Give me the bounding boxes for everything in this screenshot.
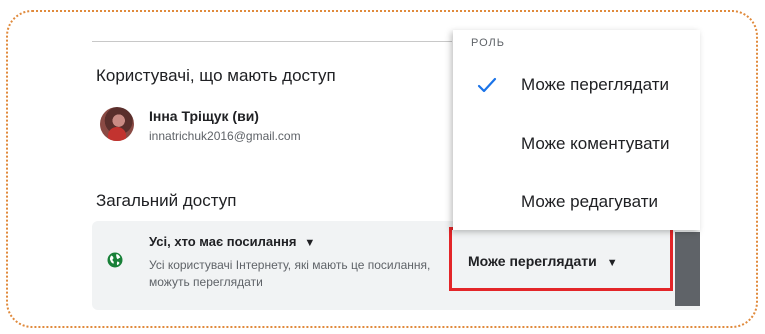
people-section-title: Користувачі, що мають доступ bbox=[96, 66, 336, 85]
menu-item-can-view[interactable]: Може переглядати bbox=[453, 63, 700, 111]
check-icon bbox=[477, 77, 497, 93]
menu-item-can-comment[interactable]: Може коментувати bbox=[453, 122, 700, 170]
general-access-title: Загальний доступ bbox=[96, 191, 237, 210]
menu-item-label: Може переглядати bbox=[521, 75, 669, 94]
role-button-label: Може переглядати bbox=[468, 253, 597, 269]
menu-item-label: Може коментувати bbox=[521, 134, 670, 153]
divider bbox=[92, 41, 452, 42]
menu-item-label: Може редагувати bbox=[521, 192, 658, 211]
user-name: Інна Тріщук (ви) bbox=[149, 108, 259, 124]
chevron-down-icon: ▼ bbox=[606, 257, 618, 269]
globe-icon bbox=[107, 252, 123, 268]
access-description: Усі користувачі Інтернету, які мають це … bbox=[149, 258, 431, 289]
avatar bbox=[100, 107, 134, 141]
access-type-dropdown[interactable]: Усі, хто має посилання ▼ bbox=[149, 234, 315, 249]
role-menu-header: РОЛЬ bbox=[471, 37, 505, 49]
role-menu: РОЛЬ Може переглядати Може коментувати М… bbox=[453, 30, 700, 230]
access-type-label: Усі, хто має посилання bbox=[149, 234, 297, 249]
background-strip bbox=[675, 232, 700, 306]
user-email: innatrichuk2016@gmail.com bbox=[149, 129, 301, 143]
chevron-down-icon: ▼ bbox=[304, 237, 316, 249]
role-dropdown-button[interactable]: Може переглядати ▼ bbox=[449, 227, 673, 291]
menu-item-can-edit[interactable]: Може редагувати bbox=[453, 180, 700, 228]
